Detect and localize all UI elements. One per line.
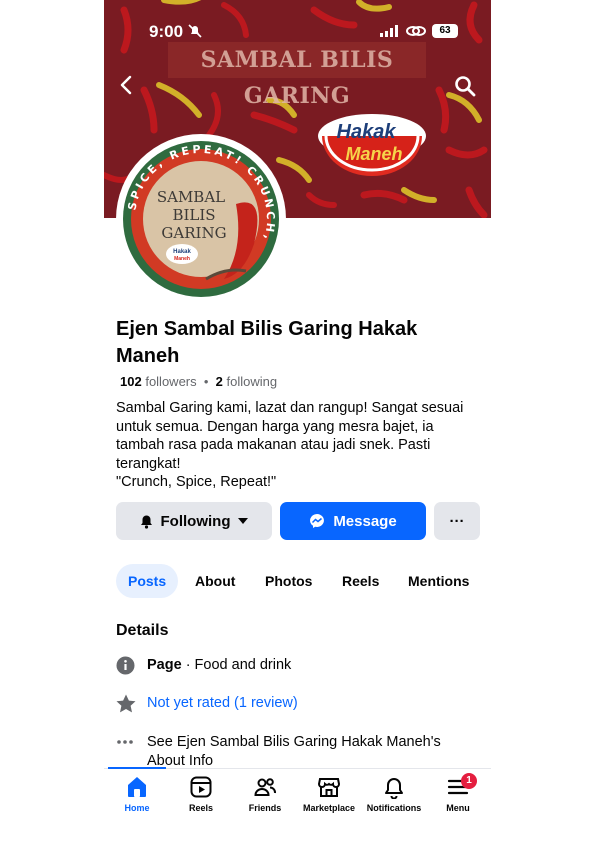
avatar-brand-line1: SAMBAL	[157, 188, 225, 206]
reels-icon	[190, 776, 212, 798]
nav-notifications-label: Notifications	[366, 803, 422, 813]
back-chevron-icon[interactable]	[118, 75, 136, 95]
details-heading: Details	[116, 622, 169, 639]
tab-about[interactable]: About	[195, 564, 235, 598]
message-button-label: Message	[333, 512, 397, 530]
following-count[interactable]: 2	[216, 374, 223, 389]
chevron-down-icon	[238, 518, 249, 524]
more-options-button[interactable]: ···	[434, 502, 480, 540]
hotspot-link-icon	[406, 26, 426, 36]
message-button[interactable]: Message	[280, 502, 426, 540]
bell-icon	[140, 515, 152, 529]
info-icon	[116, 656, 135, 675]
page-title: Ejen Sambal Bilis Garing Hakak Maneh	[116, 318, 418, 367]
battery-indicator: 63	[432, 24, 458, 38]
nav-menu[interactable]: Menu 1	[425, 773, 491, 813]
nav-friends[interactable]: Friends	[232, 775, 298, 813]
hakak-maneh-logo: Hakak Maneh	[318, 114, 426, 176]
tab-posts[interactable]: Posts	[116, 564, 179, 598]
followers-label[interactable]: followers	[145, 374, 196, 389]
active-tab-indicator	[108, 767, 166, 769]
menu-notification-badge: 1	[461, 773, 477, 789]
nav-home[interactable]: Home	[104, 775, 170, 813]
nav-friends-label: Friends	[248, 803, 282, 813]
profile-picture[interactable]: SPICE, REPEAT! CRUNCH, SAMBAL BILIS GARI…	[116, 134, 286, 304]
following-label[interactable]: following	[226, 374, 277, 389]
status-time: 9:00	[149, 22, 184, 41]
nav-home-label: Home	[124, 803, 150, 813]
home-icon	[128, 777, 146, 797]
signal-icon	[380, 25, 398, 37]
avatar-brand-line3: GARING	[161, 224, 226, 242]
nav-reels-label: Reels	[188, 803, 214, 813]
avatar-small-logo2: Maneh	[174, 256, 190, 262]
following-button[interactable]: Following	[116, 502, 272, 540]
about-info-link[interactable]: See Ejen Sambal Bilis Garing Hakak Maneh…	[147, 733, 477, 770]
marketplace-icon	[317, 778, 341, 797]
messenger-icon	[310, 514, 325, 528]
avatar-small-logo1: Hakak	[173, 249, 191, 255]
page-bio: Sambal Garing kami, lazat dan rangup! Sa…	[116, 400, 464, 490]
more-dots-icon: ···	[449, 512, 465, 530]
tab-mentions[interactable]: Mentions	[408, 564, 469, 598]
more-horizontal-icon	[117, 740, 133, 744]
nav-reels[interactable]: Reels	[168, 775, 234, 813]
phone-screen: 9:00 63 SAMBAL BILIS GARING Hakak Maneh …	[104, 0, 491, 842]
page-type-label: Page	[147, 657, 182, 673]
following-button-label: Following	[160, 512, 231, 530]
bottom-navigation: Home Reels Friends Marketplace Notificat…	[104, 767, 491, 829]
follow-stats: 102 followers • 2 following	[120, 374, 278, 389]
nav-menu-label: Menu	[446, 803, 470, 813]
page-category: · Food and drink	[185, 657, 292, 673]
star-icon	[116, 694, 136, 713]
logo-word-hakak: Hakak	[337, 121, 397, 143]
status-bar: 9:00 63	[104, 0, 491, 44]
tab-photos[interactable]: Photos	[265, 564, 312, 598]
bell-icon	[385, 778, 403, 799]
followers-count[interactable]: 102	[120, 374, 142, 389]
mute-bell-icon	[188, 24, 202, 38]
avatar-brand-line2: BILIS	[172, 206, 215, 224]
cover-banner-text: SAMBAL BILIS GARING	[168, 42, 426, 109]
friends-icon	[254, 778, 276, 796]
nav-marketplace-label: Marketplace	[302, 803, 356, 813]
tab-reels[interactable]: Reels	[342, 564, 379, 598]
rating-link[interactable]: Not yet rated (1 review)	[147, 694, 477, 713]
logo-word-maneh: Maneh	[345, 144, 402, 164]
nav-notifications[interactable]: Notifications	[361, 775, 427, 813]
nav-marketplace[interactable]: Marketplace	[296, 775, 362, 813]
search-icon[interactable]	[454, 75, 476, 97]
